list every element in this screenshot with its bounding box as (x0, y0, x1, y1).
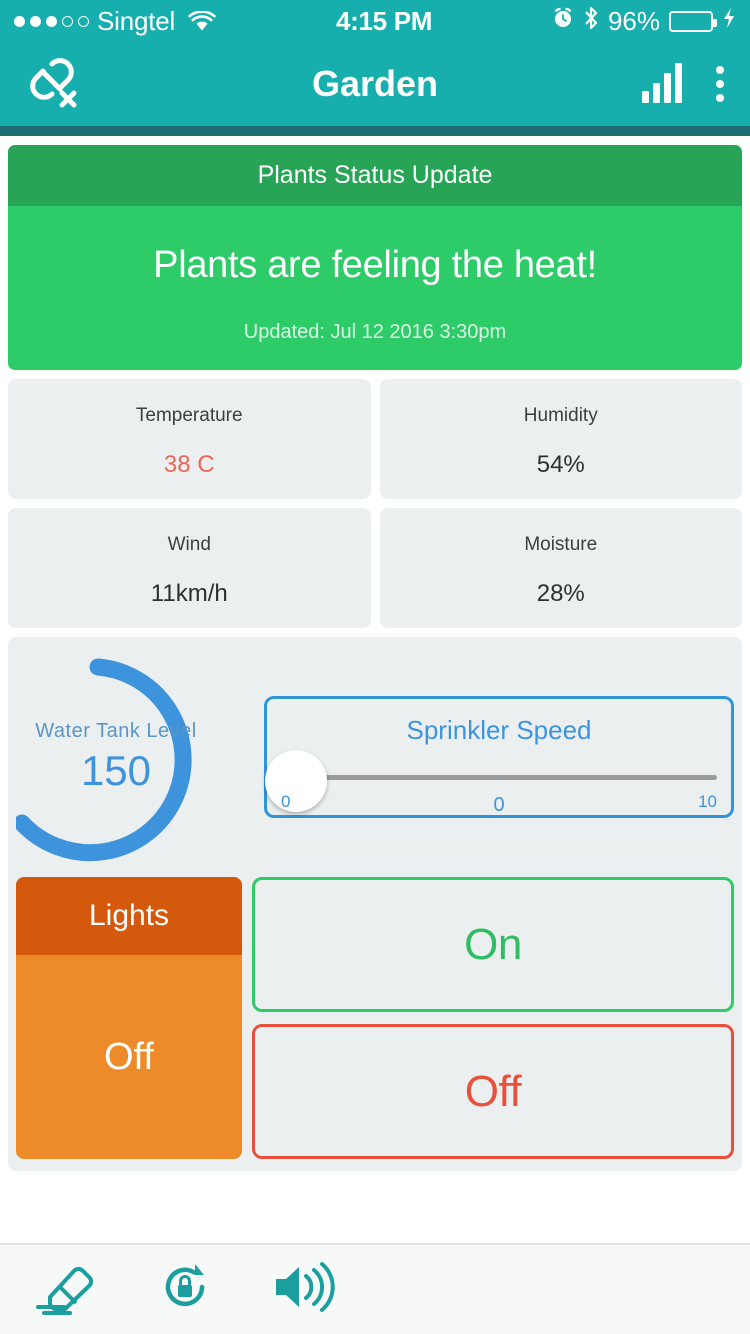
slider-scale: 0 0 10 (281, 792, 717, 816)
wifi-icon (188, 10, 216, 32)
sensor-label: Humidity (523, 405, 598, 426)
status-card-body: Plants are feeling the heat! Updated: Ju… (8, 206, 742, 370)
sprinkler-speed-slider-card[interactable]: Sprinkler Speed 0 0 10 (264, 696, 734, 818)
lights-off-button[interactable]: Off (252, 1024, 734, 1159)
app-root: Singtel 4:15 PM 96% Garden Plants Status… (0, 0, 750, 1334)
sensor-label: Moisture (524, 534, 598, 555)
sensor-label: Wind (167, 534, 211, 555)
rotation-lock-icon[interactable] (154, 1256, 216, 1323)
alarm-clock-icon (552, 7, 574, 36)
sensor-tiles-grid: Temperature 38 C Humidity 54% Wind 11km/… (8, 379, 742, 628)
carrier-name: Singtel (97, 5, 176, 36)
nav-bar: Garden (0, 42, 750, 126)
page-title: Garden (311, 63, 439, 104)
lights-card-header: Lights (16, 877, 242, 955)
bottom-toolbar (0, 1243, 750, 1334)
battery-icon (669, 10, 717, 32)
main-content: Plants Status Update Plants are feeling … (0, 136, 750, 1243)
status-bar-right: 96% (552, 5, 736, 38)
lights-state-value: Off (16, 955, 242, 1159)
status-message: Plants are feeling the heat! (153, 244, 597, 286)
status-card-header: Plants Status Update (8, 145, 742, 206)
cellular-signal-dots-icon (14, 15, 89, 27)
status-bar-left: Singtel (14, 6, 216, 37)
sensor-value: 28% (536, 580, 585, 607)
water-tank-gauge: Water Tank Level 150 (16, 651, 254, 863)
slider-track[interactable] (281, 775, 717, 780)
sensor-label: Temperature (135, 405, 243, 426)
sensor-value: 54% (536, 451, 585, 478)
lights-control-buttons: On Off (252, 877, 734, 1159)
sensor-tile-moisture: Moisture 28% (379, 508, 742, 628)
lights-on-button[interactable]: On (252, 877, 734, 1012)
lights-status-card: Lights Off (16, 877, 242, 1159)
sprinkler-speed-title: Sprinkler Speed (406, 715, 592, 745)
controls-panel-bottom-row: Lights Off On Off (16, 877, 734, 1159)
lightning-bolt-icon (722, 7, 736, 36)
nav-bar-shadow (0, 126, 750, 136)
volume-icon[interactable] (268, 1256, 340, 1323)
broken-link-icon[interactable] (22, 53, 84, 116)
sensor-value: 11km/h (150, 580, 228, 607)
sensor-tile-wind: Wind 11km/h (8, 508, 371, 628)
sensor-value: 38 C (163, 451, 215, 478)
slider-current-value: 0 (493, 794, 505, 816)
status-bar: Singtel 4:15 PM 96% (0, 0, 750, 42)
eraser-icon[interactable] (30, 1257, 102, 1322)
battery-percent-label: 96% (607, 5, 660, 36)
controls-panel: Water Tank Level 150 Sprinkler Speed 0 0… (8, 637, 742, 1171)
status-updated-timestamp: Updated: Jul 12 2016 3:30pm (243, 321, 507, 343)
plants-status-card: Plants Status Update Plants are feeling … (8, 145, 742, 370)
sensor-tile-humidity: Humidity 54% (379, 379, 742, 499)
overflow-menu-icon[interactable] (712, 62, 728, 106)
controls-panel-top-row: Water Tank Level 150 Sprinkler Speed 0 0… (16, 651, 734, 863)
bluetooth-icon (583, 5, 599, 38)
signal-bars-icon[interactable] (640, 59, 686, 110)
water-tank-gauge-arc (16, 658, 192, 862)
sensor-tile-temperature: Temperature 38 C (8, 379, 371, 499)
nav-bar-actions (640, 59, 728, 110)
status-bar-clock: 4:15 PM (335, 5, 433, 36)
